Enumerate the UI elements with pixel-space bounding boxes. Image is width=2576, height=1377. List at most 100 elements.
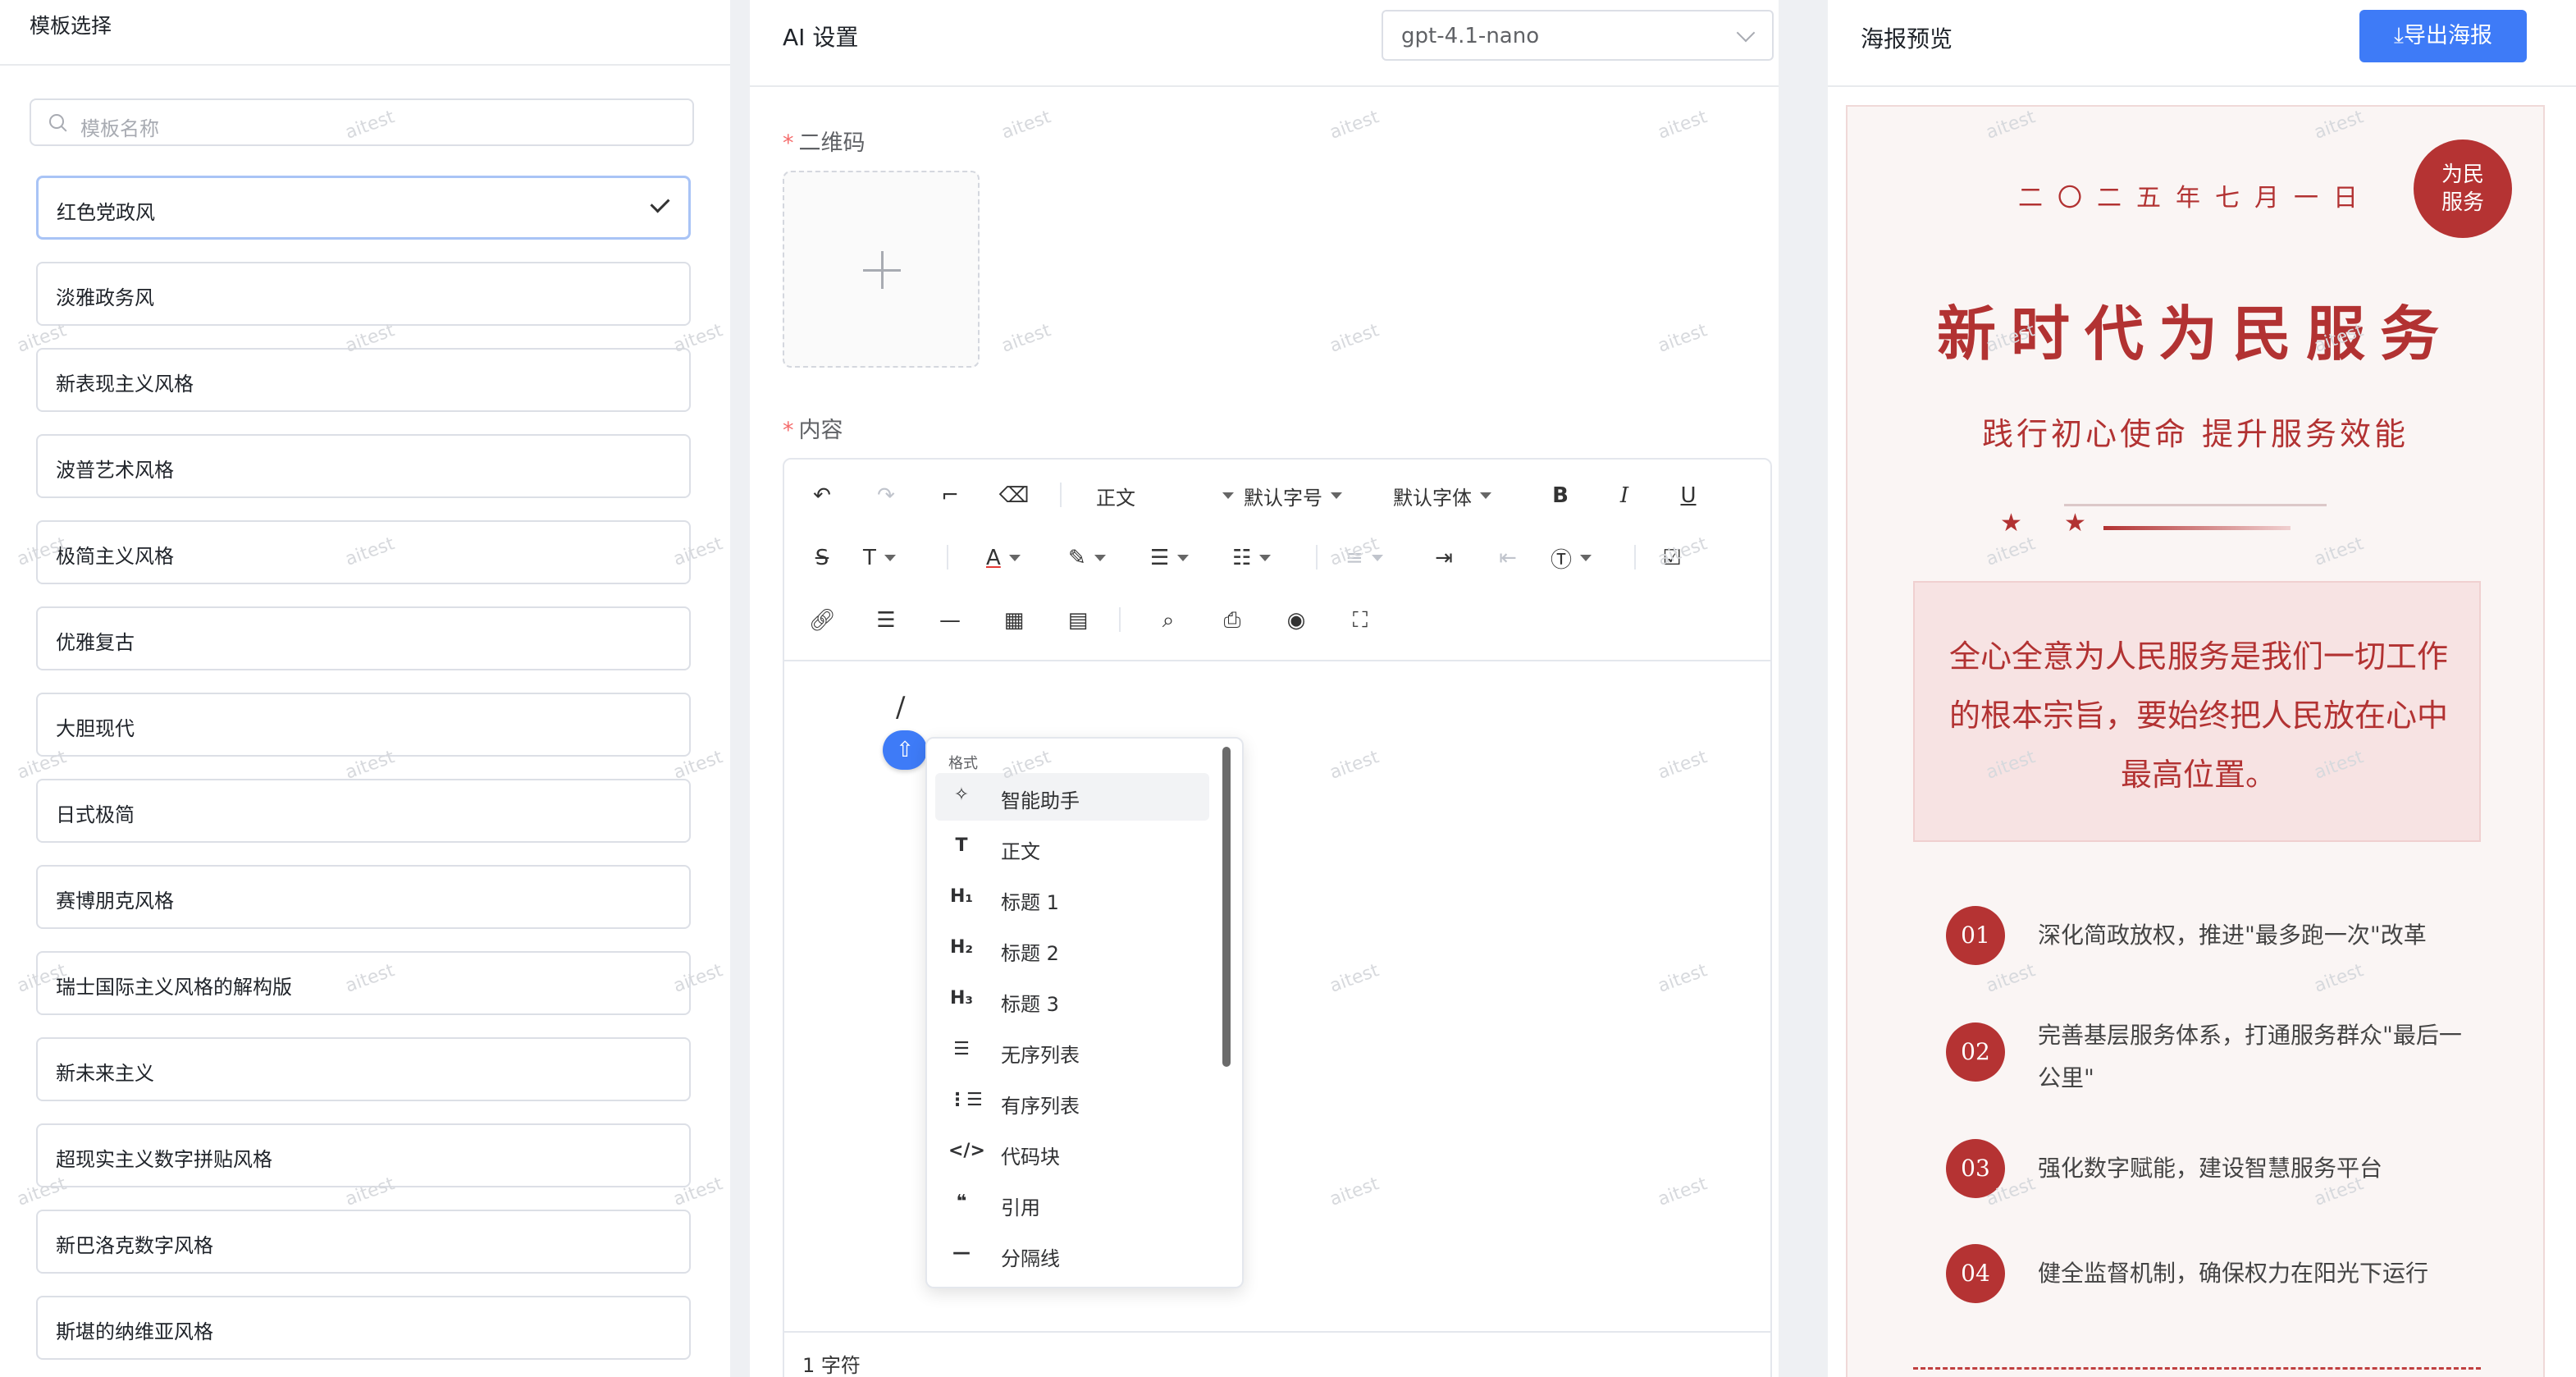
link-icon[interactable]: 🔗︎ [806,604,838,637]
indent-icon[interactable]: ⇥ [1427,542,1460,574]
poster: 二〇二五年七月一日 为民 服务 新时代为民服务 践行初心使命 提升服务效能 ★ … [1846,105,2545,1377]
menu-item-heading-3[interactable]: H₃ 标题 3 [935,977,1209,1024]
template-item[interactable]: 赛博朋克风格 [36,865,691,929]
char-count: 1 字符 [802,1354,861,1377]
menu-item-quote[interactable]: ❝ 引用 [935,1180,1209,1228]
template-item[interactable]: 日式极简 [36,779,691,843]
ai-settings-panel: AI 设置 gpt-4.1-nano * 二维码 * 内容 ↶ ↷ ⌐ ⌫ 正文 默… [750,0,1779,1377]
font-size-select[interactable]: 默认字号 [1244,479,1342,512]
editor-toolbar: ↶ ↷ ⌐ ⌫ 正文 默认字号 默认字体 B I U S T A ✎ ☰ ☷ ≡… [784,460,1770,661]
font-family-select[interactable]: 默认字体 [1393,479,1491,512]
caret-down-icon [1580,555,1592,561]
export-poster-button[interactable]: ⤓导出海报 [2359,10,2527,62]
template-item[interactable]: 新巴洛克数字风格 [36,1210,691,1274]
format-painter-icon[interactable]: ⌐ [934,479,966,512]
template-item-label: 瑞士国际主义风格的解构版 [56,976,292,999]
poster-divider [2064,504,2327,506]
template-item[interactable]: 淡雅政务风 [36,262,691,326]
poster-title: 新时代为民服务 [1936,299,2454,368]
menu-item-heading-1[interactable]: H₁ 标题 1 [935,875,1209,922]
italic-button[interactable]: I [1608,479,1641,512]
eraser-icon[interactable]: ⌫ [998,479,1030,512]
menu-item-code-block[interactable]: </> 代码块 [935,1129,1209,1177]
point-number: 03 [1946,1139,2005,1198]
line-height-icon: Ⓣ [1551,547,1573,573]
quote-block-icon[interactable]: ☰ [870,604,902,637]
template-search-input[interactable]: 模板名称 [30,98,694,146]
qr-uploader[interactable] [783,171,980,368]
outdent-icon[interactable]: ⇤ [1491,542,1524,574]
text-style-select[interactable]: T [863,542,896,574]
fullscreen-icon[interactable]: ⛶ [1344,604,1377,637]
model-select[interactable]: gpt-4.1-nano [1382,10,1774,61]
template-item-label: 超现实主义数字拼贴风格 [56,1148,272,1171]
ordered-list-select[interactable]: ☷ [1232,542,1272,574]
star-icon: ★ [2064,509,2086,538]
menu-item-ai-assistant[interactable]: ✧ 智能助手 [935,773,1209,821]
template-item[interactable]: 极简主义风格 [36,520,691,584]
menu-item-divider[interactable]: — 分隔线 [935,1231,1209,1279]
preview-eye-icon[interactable]: ◉ [1280,604,1313,637]
line-height-select[interactable]: Ⓣ [1551,542,1592,574]
check-icon [650,193,670,213]
menu-item-paragraph[interactable]: T 正文 [935,824,1209,871]
template-item-label: 极简主义风格 [56,545,174,568]
bold-button[interactable]: B [1544,479,1577,512]
template-item-label: 优雅复古 [56,631,135,654]
template-item[interactable]: 瑞士国际主义风格的解构版 [36,951,691,1015]
menu-item-ordered-list[interactable]: ⋮☰ 有序列表 [935,1078,1209,1126]
menu-scrollbar[interactable] [1222,747,1231,1067]
redo-icon[interactable]: ↷ [870,479,902,512]
ordered-list-icon: ☷ [1232,546,1252,570]
caret-down-icon [1331,492,1342,499]
template-item-label: 日式极简 [56,803,135,826]
content-label: * 内容 [783,418,843,443]
heading-1-icon: H₁ [949,886,974,907]
template-item[interactable]: 新未来主义 [36,1037,691,1101]
template-item[interactable]: 红色党政风 [36,176,691,240]
point-number: 04 [1946,1244,2005,1303]
caret-down-icon [1480,492,1491,499]
underline-button[interactable]: U [1672,479,1705,512]
highlight-icon: ✎ [1068,546,1086,570]
template-item[interactable]: 超现实主义数字拼贴风格 [36,1123,691,1187]
caret-down-icon [884,555,896,561]
caret-down-icon [1371,555,1383,561]
preview-header: 海报预览 ⤓导出海报 [1828,0,2576,87]
template-item-label: 淡雅政务风 [56,286,154,309]
undo-icon[interactable]: ↶ [806,479,838,512]
caret-down-icon [1222,492,1234,499]
heading-3-icon: H₃ [949,988,974,1009]
template-panel-header: 模板选择 [0,0,730,66]
template-item[interactable]: 大胆现代 [36,693,691,757]
bullet-list-select[interactable]: ☰ [1150,542,1190,574]
search-replace-icon[interactable]: ⌕ [1152,604,1185,637]
print-icon[interactable]: ⎙ [1216,604,1249,637]
template-item[interactable]: 波普艺术风格 [36,434,691,498]
horizontal-rule-icon[interactable]: — [934,604,966,637]
import-document-icon[interactable]: ▤ [1062,604,1094,637]
task-list-icon[interactable]: ☑ [1656,542,1688,574]
table-icon[interactable]: ▦ [998,604,1030,637]
caret-down-icon [1259,555,1272,561]
menu-item-heading-2[interactable]: H₂ 标题 2 [935,926,1209,973]
sparkle-icon: ✧ [953,785,970,805]
font-color-select[interactable]: A [986,542,1021,574]
ai-assistant-handle-icon[interactable]: ⇧ [883,730,927,770]
caret-down-icon [1008,555,1021,561]
paragraph-select[interactable]: 正文 [1096,479,1234,512]
editor-text-cursor[interactable]: / [896,691,905,724]
bullet-list-icon: ☰ [953,1039,970,1059]
menu-item-bullet-list[interactable]: ☰ 无序列表 [935,1027,1209,1075]
template-panel: 模板选择 模板名称 红色党政风 淡雅政务风 新表现主义风格 波普艺术风格 极简主… [0,0,730,1377]
template-item[interactable]: 优雅复古 [36,606,691,670]
editor-footer: 1 字符 [784,1331,1770,1377]
align-select[interactable]: ≡ [1345,542,1383,574]
strikethrough-button[interactable]: S [806,542,838,574]
template-item[interactable]: 新表现主义风格 [36,348,691,412]
poster-badge: 为民 服务 [2414,140,2512,238]
template-item[interactable]: 斯堪的纳维亚风格 [36,1296,691,1360]
template-item-label: 波普艺术风格 [56,459,174,482]
highlight-select[interactable]: ✎ [1068,542,1106,574]
poster-subtitle: 践行初心使命 提升服务效能 [1981,416,2409,452]
